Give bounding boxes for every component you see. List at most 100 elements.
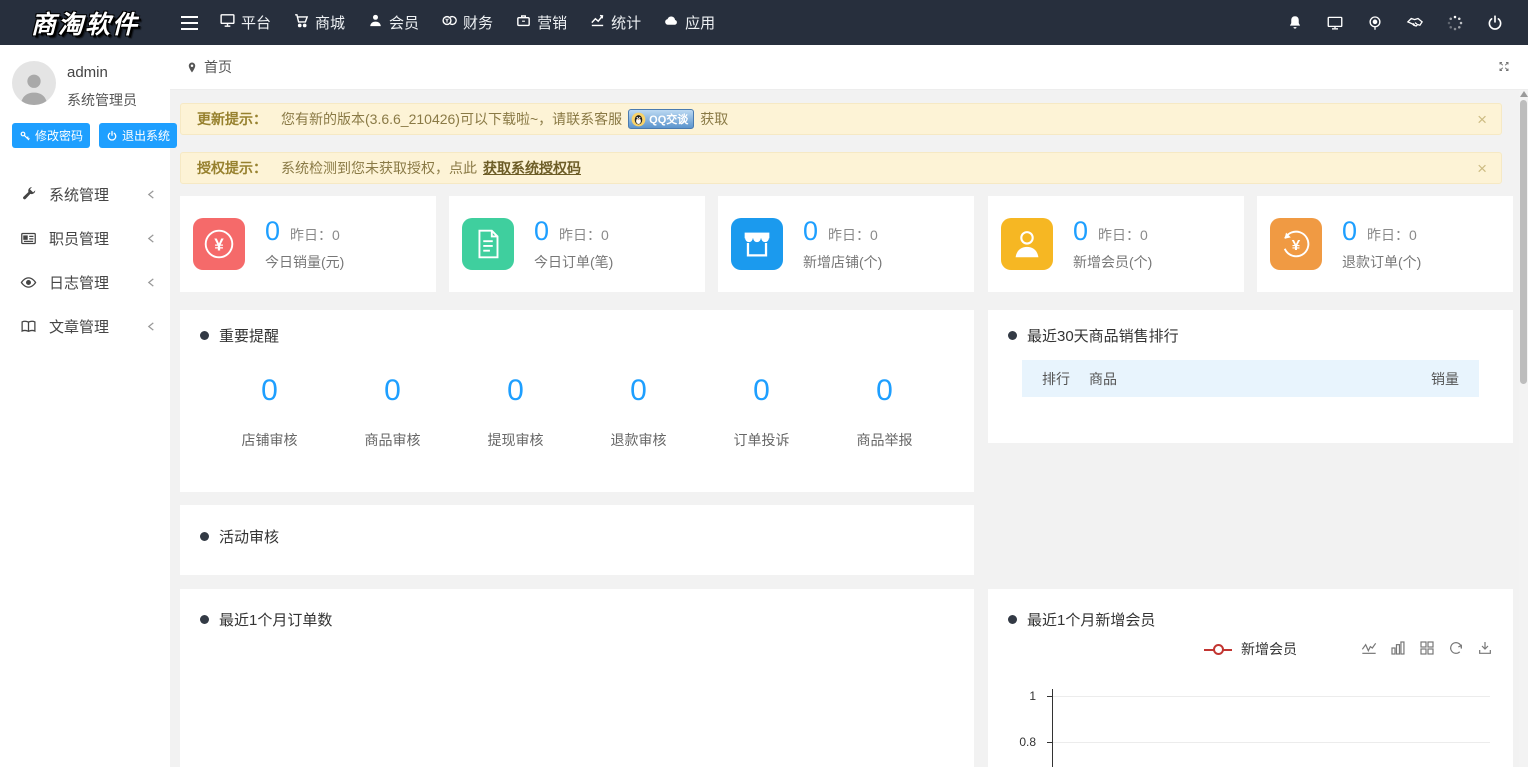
display-icon[interactable]	[1326, 14, 1344, 32]
username: admin	[67, 61, 137, 81]
bullet-icon	[1008, 331, 1017, 340]
panel-title: 活动审核	[219, 526, 279, 547]
counter-withdraw-audit[interactable]: 0提现审核	[454, 374, 577, 450]
data-view-grid-icon[interactable]	[1419, 640, 1435, 656]
stat-card-shops[interactable]: 0昨日：0 新增店铺(个)	[718, 196, 974, 292]
location-icon[interactable]	[1366, 14, 1384, 32]
cart-icon	[293, 12, 310, 33]
counter-product-audit[interactable]: 0商品审核	[331, 374, 454, 450]
col-sales: 销量	[1431, 369, 1459, 389]
gridline	[1053, 742, 1490, 743]
panel-title: 最近30天商品销售排行	[1027, 325, 1179, 346]
qq-penguin-icon	[631, 112, 646, 127]
store-icon	[731, 218, 783, 270]
refund-icon: ¥	[1270, 218, 1322, 270]
line-chart-toggle-icon[interactable]	[1361, 640, 1377, 656]
stat-card-refunds[interactable]: ¥ 0昨日：0 退款订单(个)	[1257, 196, 1513, 292]
y-axis-tick-08: 0.8	[1010, 735, 1036, 749]
auth-alert-title: 授权提示：	[197, 158, 267, 178]
member-icon	[1001, 218, 1053, 270]
chart-toolbox	[1361, 640, 1493, 656]
monitor-icon	[219, 12, 236, 33]
bell-icon[interactable]	[1286, 14, 1304, 32]
sidebar: admin 系统管理员 修改密码 退出系统 系统管理 职员管理 日志管理	[0, 45, 170, 767]
svg-text:¥: ¥	[214, 236, 224, 255]
chevron-left-icon	[147, 278, 156, 287]
nav-item-marketing[interactable]: 营销	[504, 0, 578, 45]
sidebar-menu: 系统管理 职员管理 日志管理 文章管理	[0, 172, 170, 348]
sidebar-item-articles[interactable]: 文章管理	[0, 304, 170, 348]
sidebar-item-logs[interactable]: 日志管理	[0, 260, 170, 304]
breadcrumb-bar: 首页	[170, 45, 1528, 90]
counter-product-report[interactable]: 0商品举报	[823, 374, 946, 450]
chevron-left-icon	[147, 190, 156, 199]
avatar[interactable]	[12, 61, 56, 105]
breadcrumb-home[interactable]: 首页	[204, 57, 232, 77]
members-chart-panel: 最近1个月新增会员 新增会员 1 0.8	[988, 589, 1513, 767]
handshake-icon[interactable]	[1406, 14, 1424, 32]
briefcase-icon	[515, 12, 532, 33]
power-icon[interactable]	[1486, 14, 1504, 32]
close-icon[interactable]: ×	[1477, 111, 1487, 128]
book-icon	[20, 318, 37, 335]
nav-item-members[interactable]: 会员	[356, 0, 430, 45]
stat-card-orders[interactable]: 0昨日：0 今日订单(笔)	[449, 196, 705, 292]
hamburger-menu-icon[interactable]	[170, 0, 208, 45]
user-role: 系统管理员	[67, 81, 137, 110]
navbar-right-icons	[1286, 14, 1528, 32]
bullet-icon	[1008, 615, 1017, 624]
update-alert: 更新提示： 您有新的版本(3.6.6_210426)可以下载啦~，请联系客服 Q…	[180, 103, 1502, 135]
activity-audit-panel: 活动审核	[180, 505, 974, 575]
gridline	[1053, 696, 1490, 697]
fullscreen-toggle-icon[interactable]	[1498, 59, 1515, 76]
restore-icon[interactable]	[1448, 640, 1464, 656]
nav-item-platform[interactable]: 平台	[208, 0, 282, 45]
counter-shop-audit[interactable]: 0店铺审核	[208, 374, 331, 450]
chart-icon	[589, 12, 606, 33]
orders-chart-panel: 最近1个月订单数	[180, 589, 974, 767]
stat-card-members[interactable]: 0昨日：0 新增会员(个)	[988, 196, 1244, 292]
stat-card-sales[interactable]: ¥ 0昨日：0 今日销量(元)	[180, 196, 436, 292]
scrollbar-thumb[interactable]	[1520, 100, 1527, 384]
get-auth-code-link[interactable]: 获取系统授权码	[483, 158, 581, 178]
user-icon	[367, 12, 384, 33]
nav-item-finance[interactable]: 财务	[430, 0, 504, 45]
nav-item-apps[interactable]: 应用	[652, 0, 726, 45]
close-icon[interactable]: ×	[1477, 160, 1487, 177]
bar-chart-toggle-icon[interactable]	[1390, 640, 1406, 656]
line-series-marker-icon	[1204, 644, 1232, 655]
nav-item-statistics[interactable]: 统计	[578, 0, 652, 45]
sidebar-item-staff[interactable]: 职员管理	[0, 216, 170, 260]
yen-circle-icon: ¥	[193, 218, 245, 270]
cloud-icon	[663, 12, 680, 33]
bullet-icon	[200, 331, 209, 340]
power-icon	[106, 130, 118, 142]
auth-alert: 授权提示： 系统检测到您未获取授权，点此 获取系统授权码 ×	[180, 152, 1502, 184]
eye-icon	[20, 274, 37, 291]
svg-text:¥: ¥	[1292, 237, 1301, 254]
reminders-panel: 重要提醒 0店铺审核 0商品审核 0提现审核 0退款审核 0订单投诉 0商品举报	[180, 310, 974, 492]
change-password-button[interactable]: 修改密码	[12, 123, 90, 148]
update-alert-suffix: 获取	[700, 109, 728, 129]
sidebar-item-system[interactable]: 系统管理	[0, 172, 170, 216]
counter-refund-audit[interactable]: 0退款审核	[577, 374, 700, 450]
map-marker-icon	[186, 60, 198, 75]
nav-item-mall[interactable]: 商城	[282, 0, 356, 45]
download-image-icon[interactable]	[1477, 640, 1493, 656]
id-card-icon	[20, 230, 37, 247]
chevron-left-icon	[147, 322, 156, 331]
scrollbar-up-arrow[interactable]	[1520, 91, 1528, 97]
spinner-icon[interactable]	[1446, 14, 1464, 32]
user-profile: admin 系统管理员	[0, 45, 170, 110]
panel-title: 最近1个月新增会员	[1027, 609, 1155, 630]
bullet-icon	[200, 615, 209, 624]
counter-order-complaint[interactable]: 0订单投诉	[700, 374, 823, 450]
money-icon	[441, 12, 458, 33]
top-navbar: 商淘软件 平台 商城 会员 财务 营销 统计 应用	[0, 0, 1528, 45]
col-rank: 排行	[1042, 369, 1089, 389]
wrench-icon	[20, 186, 37, 203]
key-icon	[19, 130, 31, 142]
logout-button[interactable]: 退出系统	[99, 123, 177, 148]
update-alert-title: 更新提示：	[197, 109, 267, 129]
qq-chat-badge[interactable]: QQ交谈	[628, 109, 694, 129]
